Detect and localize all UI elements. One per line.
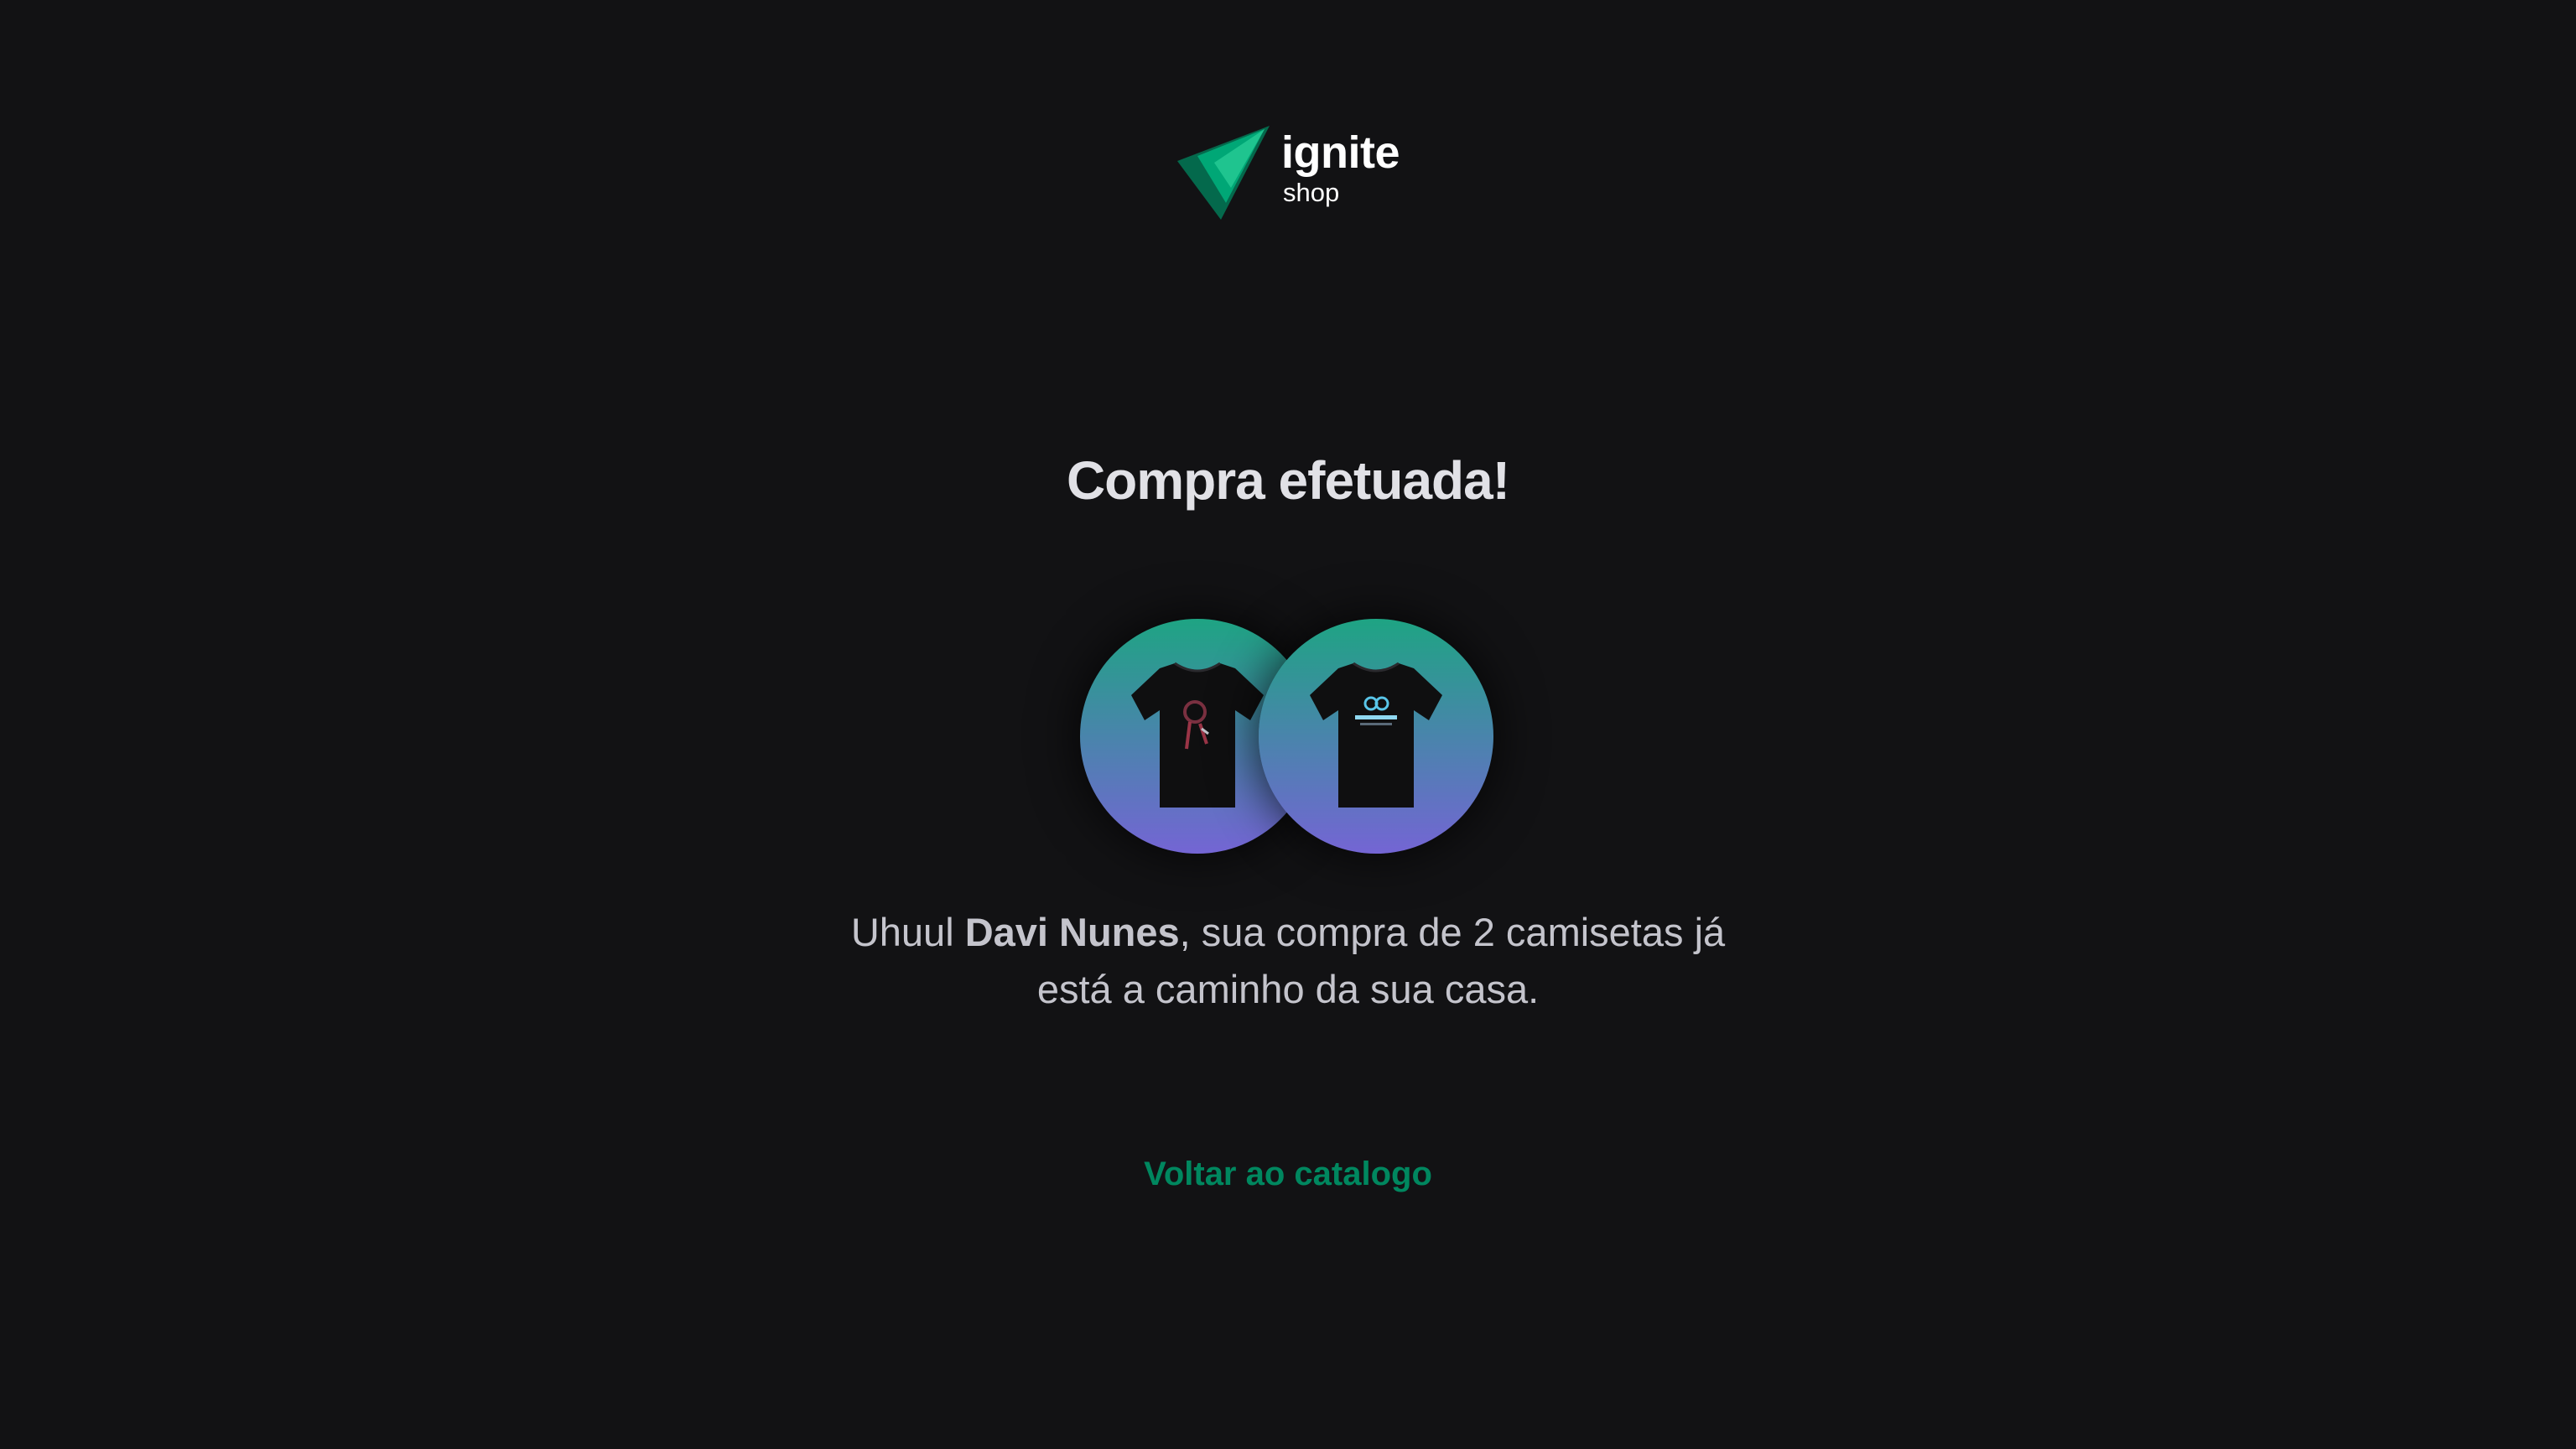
message-line1-suffix: , sua compra de 2 camisetas já (1179, 910, 1726, 954)
tshirt-image-icon (1310, 662, 1442, 808)
ignite-triangle-logo-icon (1177, 126, 1270, 220)
logo-text: ignite shop (1281, 126, 1400, 208)
tshirt-image-icon (1131, 662, 1264, 808)
product-image (1259, 619, 1493, 854)
back-to-catalog-link[interactable]: Voltar ao catalogo (0, 1149, 2576, 1199)
confirmation-message: Uhuul Davi Nunes, sua compra de 2 camise… (0, 904, 2576, 1018)
logo[interactable]: ignite shop (1177, 126, 1400, 220)
logo-title: ignite (1281, 127, 1400, 178)
message-line-2: está a caminho da sua casa. (1036, 967, 1540, 1011)
success-page: ignite shop Compra efetuada! Uhuul Davi … (0, 0, 2576, 1449)
message-line-1: Uhuul Davi Nunes, sua compra de 2 camise… (0, 904, 2576, 961)
page-title: Compra efetuada! (1066, 450, 1510, 511)
message-prefix: Uhuul (850, 910, 965, 954)
logo-subtitle: shop (1283, 178, 1340, 207)
customer-name: Davi Nunes (964, 910, 1180, 954)
purchased-products (1080, 619, 1496, 855)
